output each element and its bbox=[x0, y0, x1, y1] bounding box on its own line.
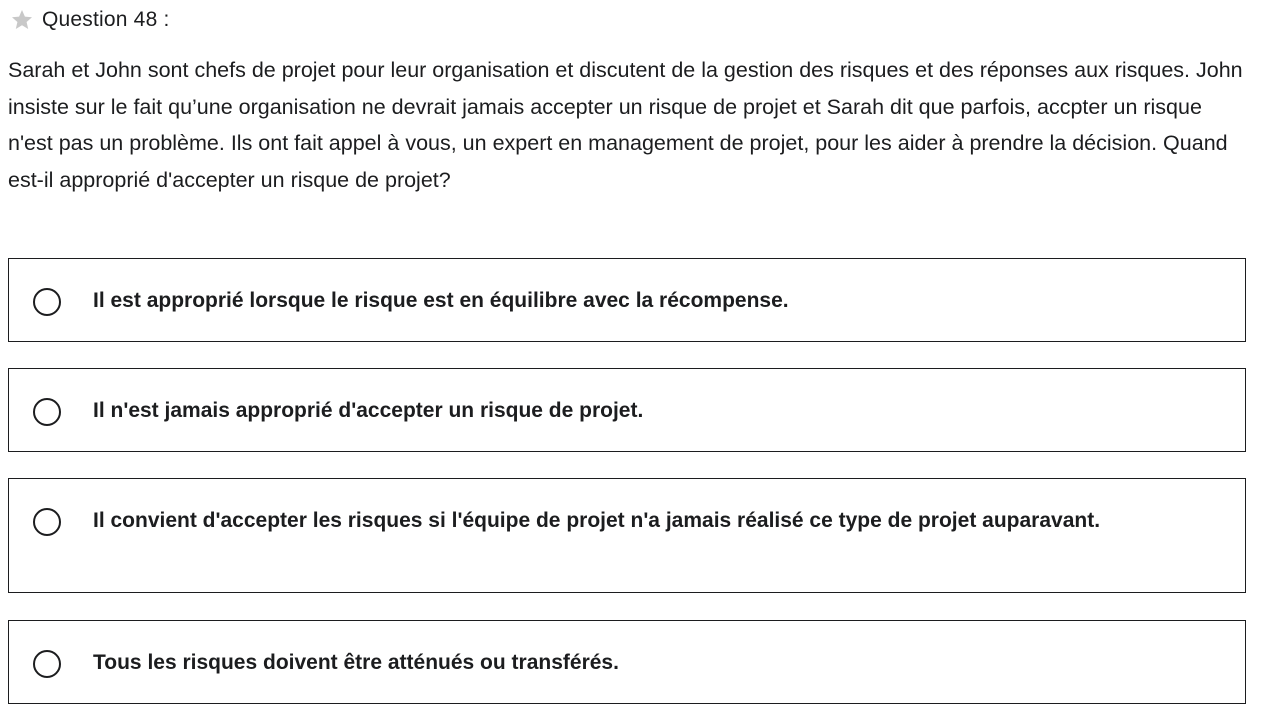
answer-option-1[interactable]: Il est approprié lorsque le risque est e… bbox=[8, 258, 1246, 342]
radio-button-icon[interactable] bbox=[33, 508, 61, 536]
radio-button-icon[interactable] bbox=[33, 650, 61, 678]
star-icon[interactable] bbox=[10, 8, 34, 32]
radio-button-icon[interactable] bbox=[33, 288, 61, 316]
answer-label: Il n'est jamais approprié d'accepter un … bbox=[93, 399, 644, 422]
question-header: Question 48 : bbox=[10, 6, 170, 34]
radio-button-icon[interactable] bbox=[33, 398, 61, 426]
answer-label: Tous les risques doivent être atténués o… bbox=[93, 651, 619, 674]
answer-option-4[interactable]: Tous les risques doivent être atténués o… bbox=[8, 620, 1246, 704]
answer-label: Il est approprié lorsque le risque est e… bbox=[93, 289, 789, 312]
answer-option-2[interactable]: Il n'est jamais approprié d'accepter un … bbox=[8, 368, 1246, 452]
answer-option-3[interactable]: Il convient d'accepter les risques si l'… bbox=[8, 478, 1246, 593]
question-text: Sarah et John sont chefs de projet pour … bbox=[8, 58, 1243, 192]
question-number: Question 48 : bbox=[42, 8, 170, 31]
answer-label: Il convient d'accepter les risques si l'… bbox=[93, 509, 1101, 532]
